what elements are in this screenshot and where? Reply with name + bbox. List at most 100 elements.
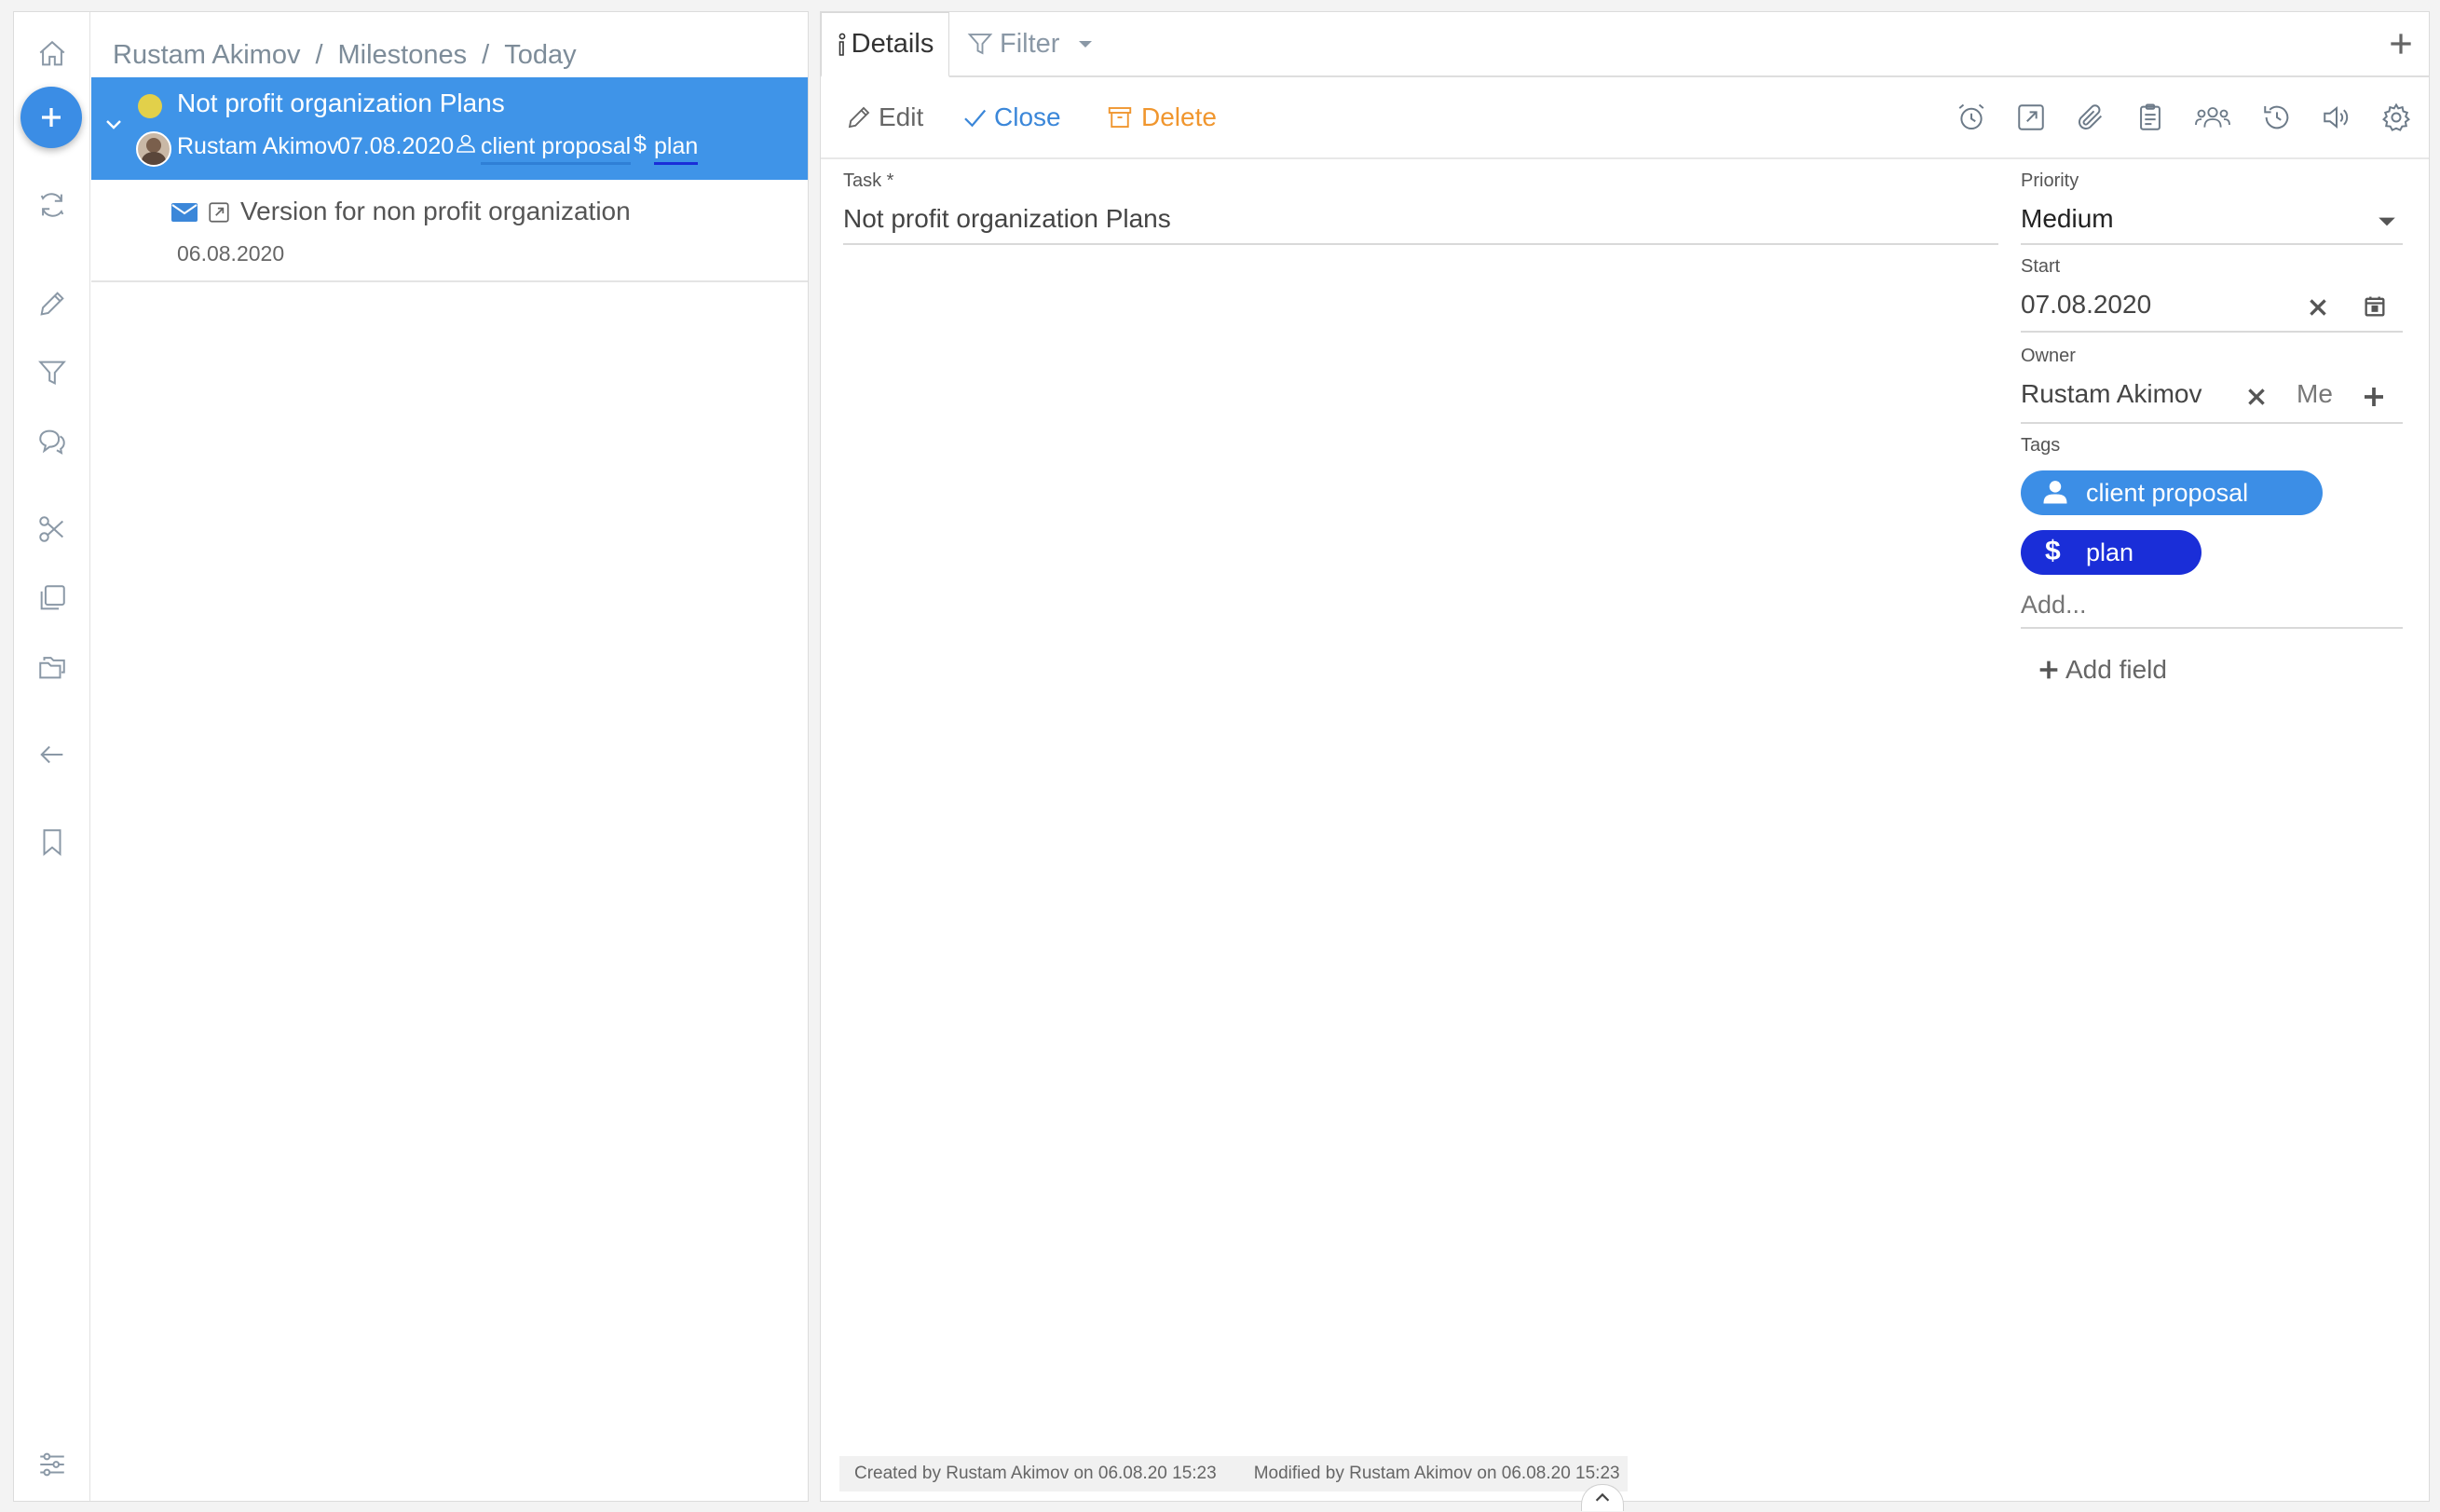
add-tab-button[interactable] bbox=[2386, 29, 2418, 61]
owner-field[interactable]: Rustam Akimov bbox=[2021, 379, 2202, 409]
task-row[interactable]: Version for non profit organization 06.0… bbox=[91, 180, 808, 282]
tag-client-proposal[interactable]: client proposal bbox=[2021, 470, 2323, 515]
filter-icon[interactable] bbox=[34, 355, 70, 390]
breadcrumb: Rustam Akimov / Milestones / Today bbox=[113, 29, 577, 81]
refresh-icon[interactable] bbox=[34, 187, 70, 223]
archive-icon bbox=[1108, 107, 1132, 128]
external-link-icon[interactable] bbox=[2015, 102, 2049, 135]
start-date-field[interactable]: 07.08.2020 bbox=[2021, 290, 2151, 320]
dollar-icon: $ bbox=[634, 131, 647, 157]
plus-icon bbox=[42, 108, 61, 127]
clear-icon[interactable] bbox=[2244, 385, 2269, 409]
owner-me-button[interactable]: Me bbox=[2297, 379, 2333, 409]
add-field-button[interactable]: Add field bbox=[2036, 651, 2167, 688]
task-field-label: Task * bbox=[843, 170, 894, 191]
avatar bbox=[136, 131, 171, 167]
chevron-down-icon[interactable] bbox=[102, 113, 125, 135]
chat-icon[interactable] bbox=[34, 424, 70, 459]
owner-underline bbox=[2021, 422, 2403, 424]
record-metadata: Created by Rustam Akimov on 06.08.20 15:… bbox=[839, 1456, 1628, 1492]
tab-bar: Details Filter bbox=[821, 12, 2429, 77]
priority-underline bbox=[2021, 243, 2403, 245]
gear-icon[interactable] bbox=[2380, 102, 2414, 135]
close-label: Close bbox=[994, 102, 1061, 131]
clear-icon[interactable] bbox=[2306, 295, 2330, 320]
task-title: Version for non profit organization bbox=[240, 197, 631, 225]
clipboard-icon[interactable] bbox=[2134, 102, 2168, 135]
caret-down-icon[interactable] bbox=[1076, 34, 1095, 53]
task-list: Not profit organization Plans Rustam Aki… bbox=[91, 77, 808, 282]
envelope-icon bbox=[171, 202, 198, 225]
alarm-icon[interactable] bbox=[1956, 102, 1989, 135]
speaker-icon[interactable] bbox=[2321, 102, 2354, 135]
priority-select[interactable]: Medium bbox=[2021, 204, 2114, 234]
chevron-up-icon bbox=[1595, 1492, 1610, 1502]
delete-label: Delete bbox=[1141, 102, 1217, 131]
check-icon bbox=[964, 109, 987, 128]
tags-label: Tags bbox=[2021, 435, 2061, 456]
edit-label: Edit bbox=[879, 102, 924, 131]
task-tag-plan[interactable]: plan bbox=[654, 133, 699, 165]
tag-label: client proposal bbox=[2086, 478, 2249, 507]
tag-label: plan bbox=[2086, 538, 2134, 566]
tab-details[interactable]: Details bbox=[821, 12, 949, 77]
external-link-icon bbox=[207, 200, 231, 225]
calendar-icon[interactable] bbox=[2362, 293, 2388, 320]
delete-button[interactable]: Delete bbox=[1106, 77, 1217, 157]
start-underline bbox=[2021, 331, 2403, 333]
filter-icon bbox=[967, 34, 993, 55]
home-icon[interactable] bbox=[34, 36, 70, 72]
tab-filter-label: Filter bbox=[1000, 28, 1060, 59]
owner-label: Owner bbox=[2021, 346, 2076, 366]
tags-add-input[interactable] bbox=[2021, 586, 2393, 623]
plus-icon bbox=[2039, 661, 2058, 679]
details-pane: Details Filter Edit Close Delete Task * … bbox=[820, 11, 2430, 1511]
add-button[interactable] bbox=[20, 87, 82, 148]
person-icon bbox=[455, 131, 477, 157]
created-info: Created by Rustam Akimov on 06.08.20 15:… bbox=[854, 1464, 1217, 1483]
breadcrumb-separator: / bbox=[315, 39, 323, 70]
breadcrumb-milestones[interactable]: Milestones bbox=[338, 40, 468, 71]
add-field-label: Add field bbox=[2065, 655, 2167, 684]
info-icon bbox=[838, 33, 846, 56]
priority-label: Priority bbox=[2021, 170, 2079, 191]
task-title: Not profit organization Plans bbox=[177, 89, 505, 117]
caret-down-icon[interactable] bbox=[2377, 211, 2397, 232]
dollar-icon: $ bbox=[2045, 536, 2061, 566]
sliders-icon[interactable] bbox=[34, 1447, 70, 1482]
task-date: 06.08.2020 bbox=[177, 241, 285, 266]
modified-info: Modified by Rustam Akimov on 06.08.20 15… bbox=[1253, 1464, 1620, 1483]
task-list-pane: Rustam Akimov / Milestones / Today Not p… bbox=[13, 11, 809, 1502]
folders-icon[interactable] bbox=[34, 649, 70, 685]
task-field-underline bbox=[843, 243, 1998, 245]
edit-button[interactable]: Edit bbox=[845, 77, 923, 157]
bookmark-icon[interactable] bbox=[34, 824, 70, 860]
toolbar: Edit Close Delete bbox=[821, 77, 2429, 159]
task-tag-client-proposal[interactable]: client proposal bbox=[481, 133, 632, 165]
breadcrumb-today[interactable]: Today bbox=[504, 40, 576, 71]
sidebar bbox=[14, 12, 90, 1501]
task-field[interactable]: Not profit organization Plans bbox=[843, 204, 1171, 234]
pencil-icon[interactable] bbox=[34, 286, 70, 321]
scissors-icon[interactable] bbox=[34, 511, 70, 547]
start-label: Start bbox=[2021, 256, 2061, 277]
tag-plan[interactable]: $ plan bbox=[2021, 530, 2201, 575]
breadcrumb-user[interactable]: Rustam Akimov bbox=[113, 40, 300, 71]
plus-icon bbox=[2365, 388, 2383, 406]
task-row-selected[interactable]: Not profit organization Plans Rustam Aki… bbox=[91, 77, 808, 180]
person-icon bbox=[2043, 481, 2067, 504]
back-arrow-icon[interactable] bbox=[34, 737, 70, 772]
breadcrumb-separator: / bbox=[482, 39, 490, 70]
task-owner: Rustam Akimov bbox=[177, 133, 339, 159]
task-date: 07.08.2020 bbox=[337, 133, 455, 159]
copy-icon[interactable] bbox=[34, 580, 70, 616]
close-button[interactable]: Close bbox=[961, 77, 1061, 157]
people-icon[interactable] bbox=[2194, 102, 2233, 135]
status-dot bbox=[138, 94, 162, 118]
history-icon[interactable] bbox=[2261, 102, 2295, 135]
tab-filter[interactable]: Filter bbox=[966, 12, 1095, 75]
plus-icon bbox=[2391, 34, 2411, 54]
add-owner-button[interactable] bbox=[2360, 383, 2388, 411]
pencil-icon bbox=[848, 106, 870, 129]
paperclip-icon[interactable] bbox=[2075, 102, 2108, 135]
